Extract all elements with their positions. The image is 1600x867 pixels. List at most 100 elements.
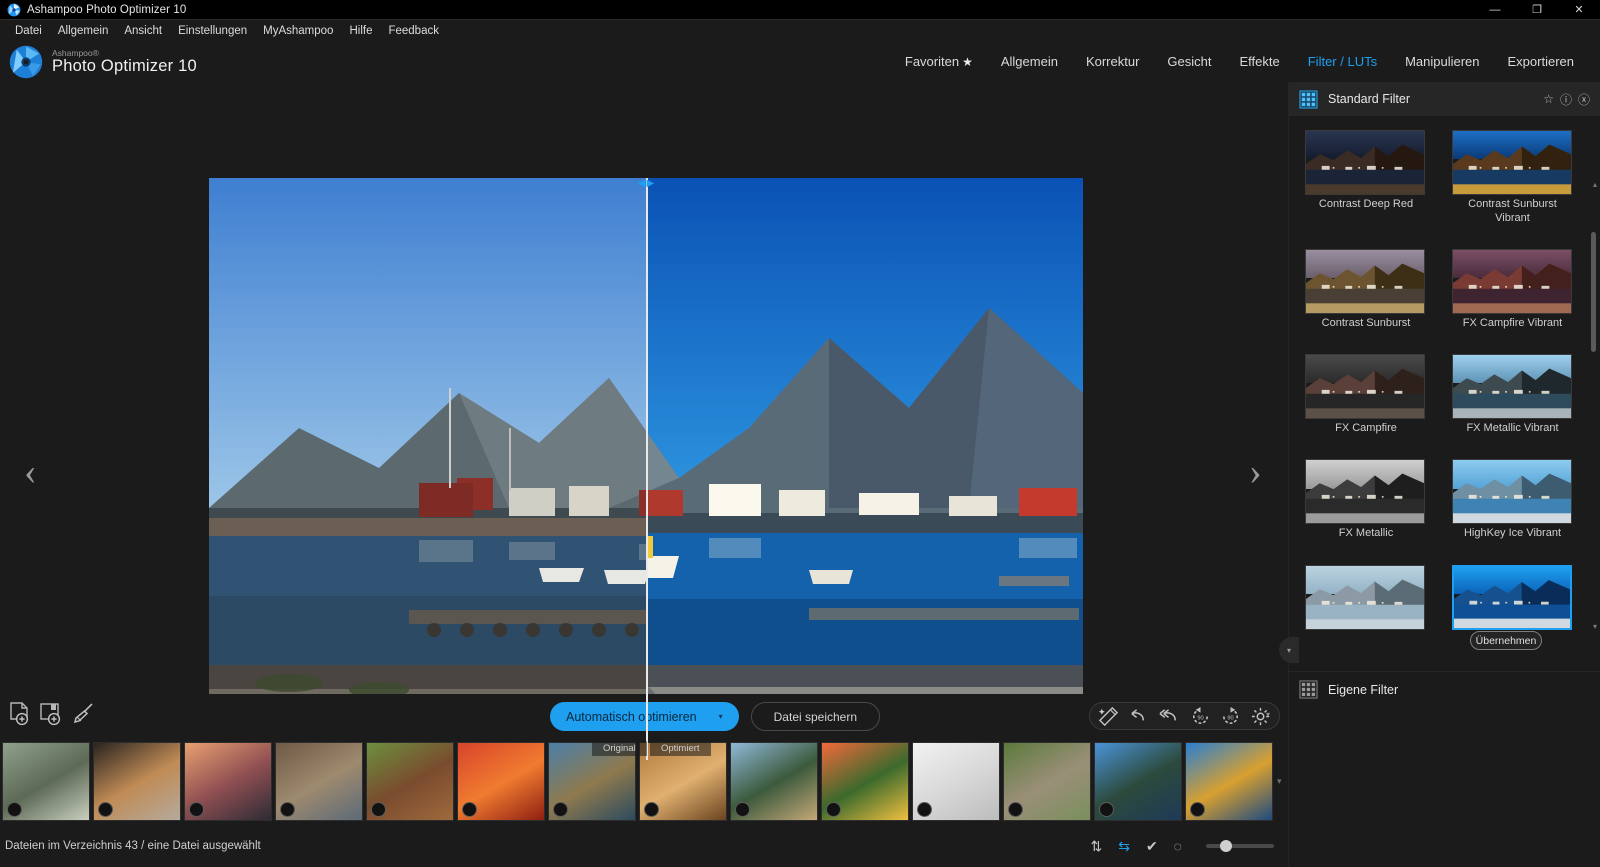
thumbnail-status-badge[interactable] xyxy=(280,802,295,817)
rotate-right-icon[interactable]: 90 xyxy=(1220,706,1241,727)
help-icon[interactable]: ⓘ xyxy=(1560,91,1572,108)
window-controls: — ❐ ✕ xyxy=(1474,0,1600,20)
filter-thumbnail[interactable] xyxy=(1452,130,1572,195)
menu-item-datei[interactable]: Datei xyxy=(7,23,50,39)
thumbnail-status-badge[interactable] xyxy=(553,802,568,817)
filter-thumbnail[interactable] xyxy=(1305,354,1425,419)
filter-thumbnail[interactable] xyxy=(1305,565,1425,630)
filter-cell[interactable]: Contrast Deep Red xyxy=(1305,130,1427,240)
harbor-houses-thumbnail[interactable] xyxy=(1185,742,1273,821)
handle-right-arrow-icon[interactable]: ▶ xyxy=(647,178,655,189)
auto-optimize-button[interactable]: Automatisch optimieren ▾ xyxy=(550,702,739,731)
minimize-button[interactable]: — xyxy=(1474,0,1516,20)
nav-item-gesicht[interactable]: Gesicht xyxy=(1153,43,1225,81)
refresh-circle-icon[interactable]: ◌ xyxy=(1174,838,1182,854)
menu-item-hilfe[interactable]: Hilfe xyxy=(341,23,380,39)
thumbnail-status-badge[interactable] xyxy=(826,802,841,817)
undo-all-icon[interactable] xyxy=(1158,706,1181,727)
before-after-viewer[interactable]: ◀ ▶ Original Optimiert xyxy=(209,178,1083,760)
fit-horizontal-icon[interactable]: ⇆ xyxy=(1118,838,1130,855)
panel-flyout-caret-icon[interactable]: ▾ xyxy=(1279,637,1299,663)
filter-grid[interactable]: Contrast Deep RedContrast Sunburst Vibra… xyxy=(1289,116,1600,644)
thumbnail-status-badge[interactable] xyxy=(98,802,113,817)
nav-item-exportieren[interactable]: Exportieren xyxy=(1494,43,1588,81)
favorite-star-icon[interactable]: ☆ xyxy=(1543,92,1554,106)
red-pepper-thumbnail[interactable] xyxy=(457,742,545,821)
filter-cell[interactable]: HighKey Ice Vibrant xyxy=(1452,459,1574,555)
filter-cell[interactable] xyxy=(1305,565,1427,644)
coastal-village-thumbnail[interactable] xyxy=(730,742,818,821)
handle-left-arrow-icon[interactable]: ◀ xyxy=(638,178,646,189)
close-panel-icon[interactable]: ⓧ xyxy=(1578,91,1590,108)
filter-cell[interactable]: Contrast Sunburst Vibrant xyxy=(1452,130,1574,240)
filter-scroll-up-icon[interactable]: ▴ xyxy=(1593,180,1597,189)
menu-item-feedback[interactable]: Feedback xyxy=(380,23,447,39)
next-image-arrow[interactable]: › xyxy=(1249,450,1262,494)
nav-item-filter-luts[interactable]: Filter / LUTs xyxy=(1294,43,1391,81)
filter-thumbnail[interactable] xyxy=(1305,249,1425,314)
add-folder-icon[interactable] xyxy=(39,702,63,726)
filter-thumbnail[interactable] xyxy=(1452,354,1572,419)
nav-item-allgemein[interactable]: Allgemein xyxy=(987,43,1072,81)
filter-scroll-down-icon[interactable]: ▾ xyxy=(1593,622,1597,631)
orange-flowers-thumbnail[interactable] xyxy=(821,742,909,821)
custom-filter-header[interactable]: Eigene Filter xyxy=(1289,671,1600,707)
filter-thumbnail[interactable] xyxy=(1305,459,1425,524)
apply-filter-button[interactable]: Übernehmen xyxy=(1470,631,1542,650)
filter-thumbnail[interactable] xyxy=(1452,459,1572,524)
temple-ruins-thumbnail[interactable] xyxy=(2,742,90,821)
alpine-lake-thumbnail[interactable] xyxy=(1094,742,1182,821)
thumbnail-status-badge[interactable] xyxy=(735,802,750,817)
menu-item-ansicht[interactable]: Ansicht xyxy=(116,23,170,39)
cat-thumbnail[interactable] xyxy=(93,742,181,821)
tree-canyon-thumbnail[interactable] xyxy=(275,742,363,821)
save-file-button[interactable]: Datei speichern xyxy=(751,702,880,731)
thumbnail-status-badge[interactable] xyxy=(1008,802,1023,817)
filter-thumbnail[interactable] xyxy=(1305,130,1425,195)
add-file-icon[interactable] xyxy=(8,702,30,726)
thumbnail-status-badge[interactable] xyxy=(1099,802,1114,817)
nav-item-manipulieren[interactable]: Manipulieren xyxy=(1391,43,1493,81)
filter-scrollbar[interactable] xyxy=(1591,232,1596,352)
nav-item-effekte[interactable]: Effekte xyxy=(1226,43,1294,81)
thumbnail-status-badge[interactable] xyxy=(7,802,22,817)
check-circle-icon[interactable]: ✔ xyxy=(1146,838,1158,855)
brand-name: Photo Optimizer 10 xyxy=(52,58,197,75)
magic-wand-icon[interactable] xyxy=(1098,706,1119,727)
thumbnail-size-slider[interactable] xyxy=(1206,844,1274,848)
nav-item-korrektur[interactable]: Korrektur xyxy=(1072,43,1153,81)
foggy-bridge-thumbnail[interactable] xyxy=(912,742,1000,821)
filter-cell[interactable]: Contrast Sunburst xyxy=(1305,249,1427,345)
filter-thumbnail[interactable] xyxy=(1452,249,1572,314)
filter-cell[interactable]: FX Metallic Vibrant xyxy=(1452,354,1574,450)
thumbnail-status-badge[interactable] xyxy=(189,802,204,817)
menu-item-allgemein[interactable]: Allgemein xyxy=(50,23,117,39)
thumbnail-status-badge[interactable] xyxy=(644,802,659,817)
thumbnail-status-badge[interactable] xyxy=(462,802,477,817)
fit-vertical-icon[interactable]: ⇅ xyxy=(1090,838,1102,855)
filter-thumbnail[interactable] xyxy=(1452,565,1572,630)
sunset-beach-thumbnail[interactable] xyxy=(184,742,272,821)
filter-cell[interactable]: FX Campfire Vibrant xyxy=(1452,249,1574,345)
undo-icon[interactable] xyxy=(1128,706,1149,727)
thumbnail-status-badge[interactable] xyxy=(917,802,932,817)
broom-clean-icon[interactable] xyxy=(72,702,96,726)
thumbnail-status-badge[interactable] xyxy=(371,802,386,817)
menu-item-myashampoo[interactable]: MyAshampoo xyxy=(255,23,341,39)
edit-actions-caret-icon[interactable]: ▾ xyxy=(1266,710,1270,719)
filter-cell[interactable]: FX Metallic xyxy=(1305,459,1427,555)
previous-image-arrow[interactable]: ‹ xyxy=(24,450,37,494)
close-button[interactable]: ✕ xyxy=(1558,0,1600,20)
horse-thumbnail[interactable] xyxy=(366,742,454,821)
comparison-divider[interactable] xyxy=(646,178,648,760)
thumbnail-size-slider-knob[interactable] xyxy=(1220,840,1232,852)
nav-item-favoriten[interactable]: Favoriten★ xyxy=(891,43,987,81)
comparison-handle[interactable]: ◀ ▶ xyxy=(638,178,654,189)
auto-optimize-caret-icon[interactable]: ▾ xyxy=(719,712,723,721)
maximize-button[interactable]: ❐ xyxy=(1516,0,1558,20)
filter-cell[interactable]: FX Campfire xyxy=(1305,354,1427,450)
rotate-left-icon[interactable]: 90 xyxy=(1190,706,1211,727)
marmot-thumbnail[interactable] xyxy=(1003,742,1091,821)
menu-item-einstellungen[interactable]: Einstellungen xyxy=(170,23,255,39)
thumbnail-status-badge[interactable] xyxy=(1190,802,1205,817)
